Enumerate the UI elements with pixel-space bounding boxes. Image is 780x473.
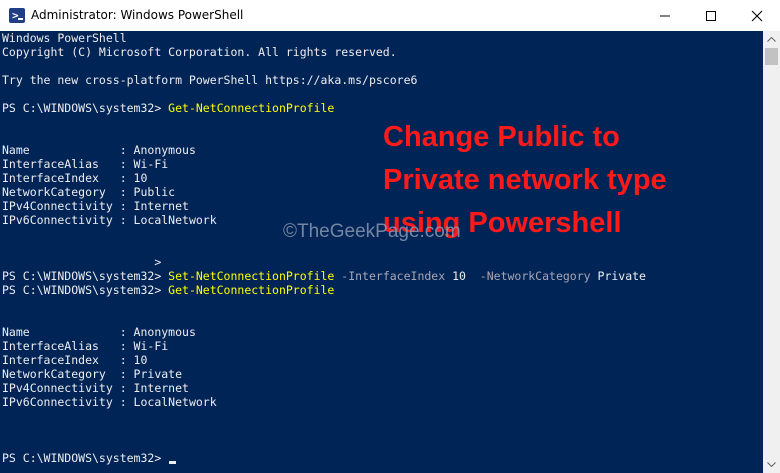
result-key: InterfaceIndex xyxy=(2,353,120,367)
prompt-line: PS C:\WINDOWS\system32> Set-NetConnectio… xyxy=(2,269,646,283)
result-key: InterfaceIndex xyxy=(2,171,120,185)
prompt: PS C:\WINDOWS\system32> xyxy=(2,451,169,465)
result-row: NetworkCategory : Private xyxy=(2,367,182,381)
result-key: InterfaceAlias xyxy=(2,339,120,353)
annotation-line: Private network type xyxy=(383,164,667,196)
scroll-up-button[interactable] xyxy=(763,31,780,48)
scroll-thumb[interactable] xyxy=(765,48,778,65)
result-row: NetworkCategory : Public xyxy=(2,185,175,199)
result-row: IPv4Connectivity : Internet xyxy=(2,381,189,395)
result-value: : Private xyxy=(119,367,183,381)
result-value: : Internet xyxy=(119,381,189,395)
close-button[interactable] xyxy=(734,0,780,31)
scroll-down-button[interactable] xyxy=(763,456,780,473)
parameter-value: Private xyxy=(597,269,646,283)
result-row: Name : Anonymous xyxy=(2,143,196,157)
result-row: IPv6Connectivity : LocalNetwork xyxy=(2,213,217,227)
continuation-prompt: > xyxy=(2,255,162,269)
result-key: NetworkCategory xyxy=(2,185,120,199)
result-value: : Internet xyxy=(119,199,189,213)
prompt-line: PS C:\WINDOWS\system32> xyxy=(2,451,177,465)
result-key: IPv4Connectivity xyxy=(2,381,120,395)
maximize-button[interactable] xyxy=(688,0,734,31)
command: Get-NetConnectionProfile xyxy=(168,101,335,115)
result-value: : Anonymous xyxy=(119,143,196,157)
result-value: : 10 xyxy=(119,171,148,185)
watermark: ©TheGeekPage.com xyxy=(283,221,461,242)
result-row: InterfaceIndex : 10 xyxy=(2,171,147,185)
result-value: : LocalNetwork xyxy=(119,213,217,227)
result-row: InterfaceAlias : Wi-Fi xyxy=(2,157,168,171)
result-row: InterfaceAlias : Wi-Fi xyxy=(2,339,168,353)
powershell-icon: > xyxy=(9,8,25,23)
result-value: : 10 xyxy=(119,353,148,367)
prompt: PS C:\WINDOWS\system32> xyxy=(2,269,169,283)
console-output[interactable]: Windows PowerShell Copyright (C) Microso… xyxy=(0,31,763,473)
annotation-line: Change Public to xyxy=(383,121,620,153)
parameter-value: 10 xyxy=(452,269,466,283)
prompt: PS C:\WINDOWS\system32> xyxy=(2,101,169,115)
chevron-down-icon xyxy=(767,462,776,467)
prompt-line: PS C:\WINDOWS\system32> Get-NetConnectio… xyxy=(2,101,334,115)
result-key: InterfaceAlias xyxy=(2,157,120,171)
result-key: IPv4Connectivity xyxy=(2,199,120,213)
result-row: Name : Anonymous xyxy=(2,325,196,339)
result-row: InterfaceIndex : 10 xyxy=(2,353,147,367)
console-line: Windows PowerShell xyxy=(2,31,127,45)
result-row: IPv6Connectivity : LocalNetwork xyxy=(2,395,217,409)
powershell-window: > Administrator: Windows PowerShell Wind… xyxy=(0,0,780,473)
title-bar[interactable]: > Administrator: Windows PowerShell xyxy=(0,0,780,31)
vertical-scrollbar[interactable] xyxy=(763,31,780,473)
result-value: : Wi-Fi xyxy=(119,339,169,353)
parameter: -InterfaceIndex xyxy=(341,269,446,283)
result-key: NetworkCategory xyxy=(2,367,120,381)
console-line: Try the new cross-platform PowerShell ht… xyxy=(2,73,418,87)
result-value: : Anonymous xyxy=(119,325,196,339)
console-line: Copyright (C) Microsoft Corporation. All… xyxy=(2,45,397,59)
result-key: IPv6Connectivity xyxy=(2,213,120,227)
command: Set-NetConnectionProfile xyxy=(168,269,335,283)
result-key: Name xyxy=(2,325,120,339)
parameter: -NetworkCategory xyxy=(479,269,591,283)
text-cursor xyxy=(169,461,177,464)
result-key: Name xyxy=(2,143,120,157)
result-value: : LocalNetwork xyxy=(119,395,217,409)
result-value: : Wi-Fi xyxy=(119,157,169,171)
command: Get-NetConnectionProfile xyxy=(168,283,335,297)
result-value: : Public xyxy=(119,185,176,199)
chevron-up-icon xyxy=(767,37,776,42)
prompt: PS C:\WINDOWS\system32> xyxy=(2,283,169,297)
minimize-button[interactable] xyxy=(642,0,688,31)
result-key: IPv6Connectivity xyxy=(2,395,120,409)
prompt-line: PS C:\WINDOWS\system32> Get-NetConnectio… xyxy=(2,283,334,297)
result-row: IPv4Connectivity : Internet xyxy=(2,199,189,213)
window-title: Administrator: Windows PowerShell xyxy=(31,8,244,22)
